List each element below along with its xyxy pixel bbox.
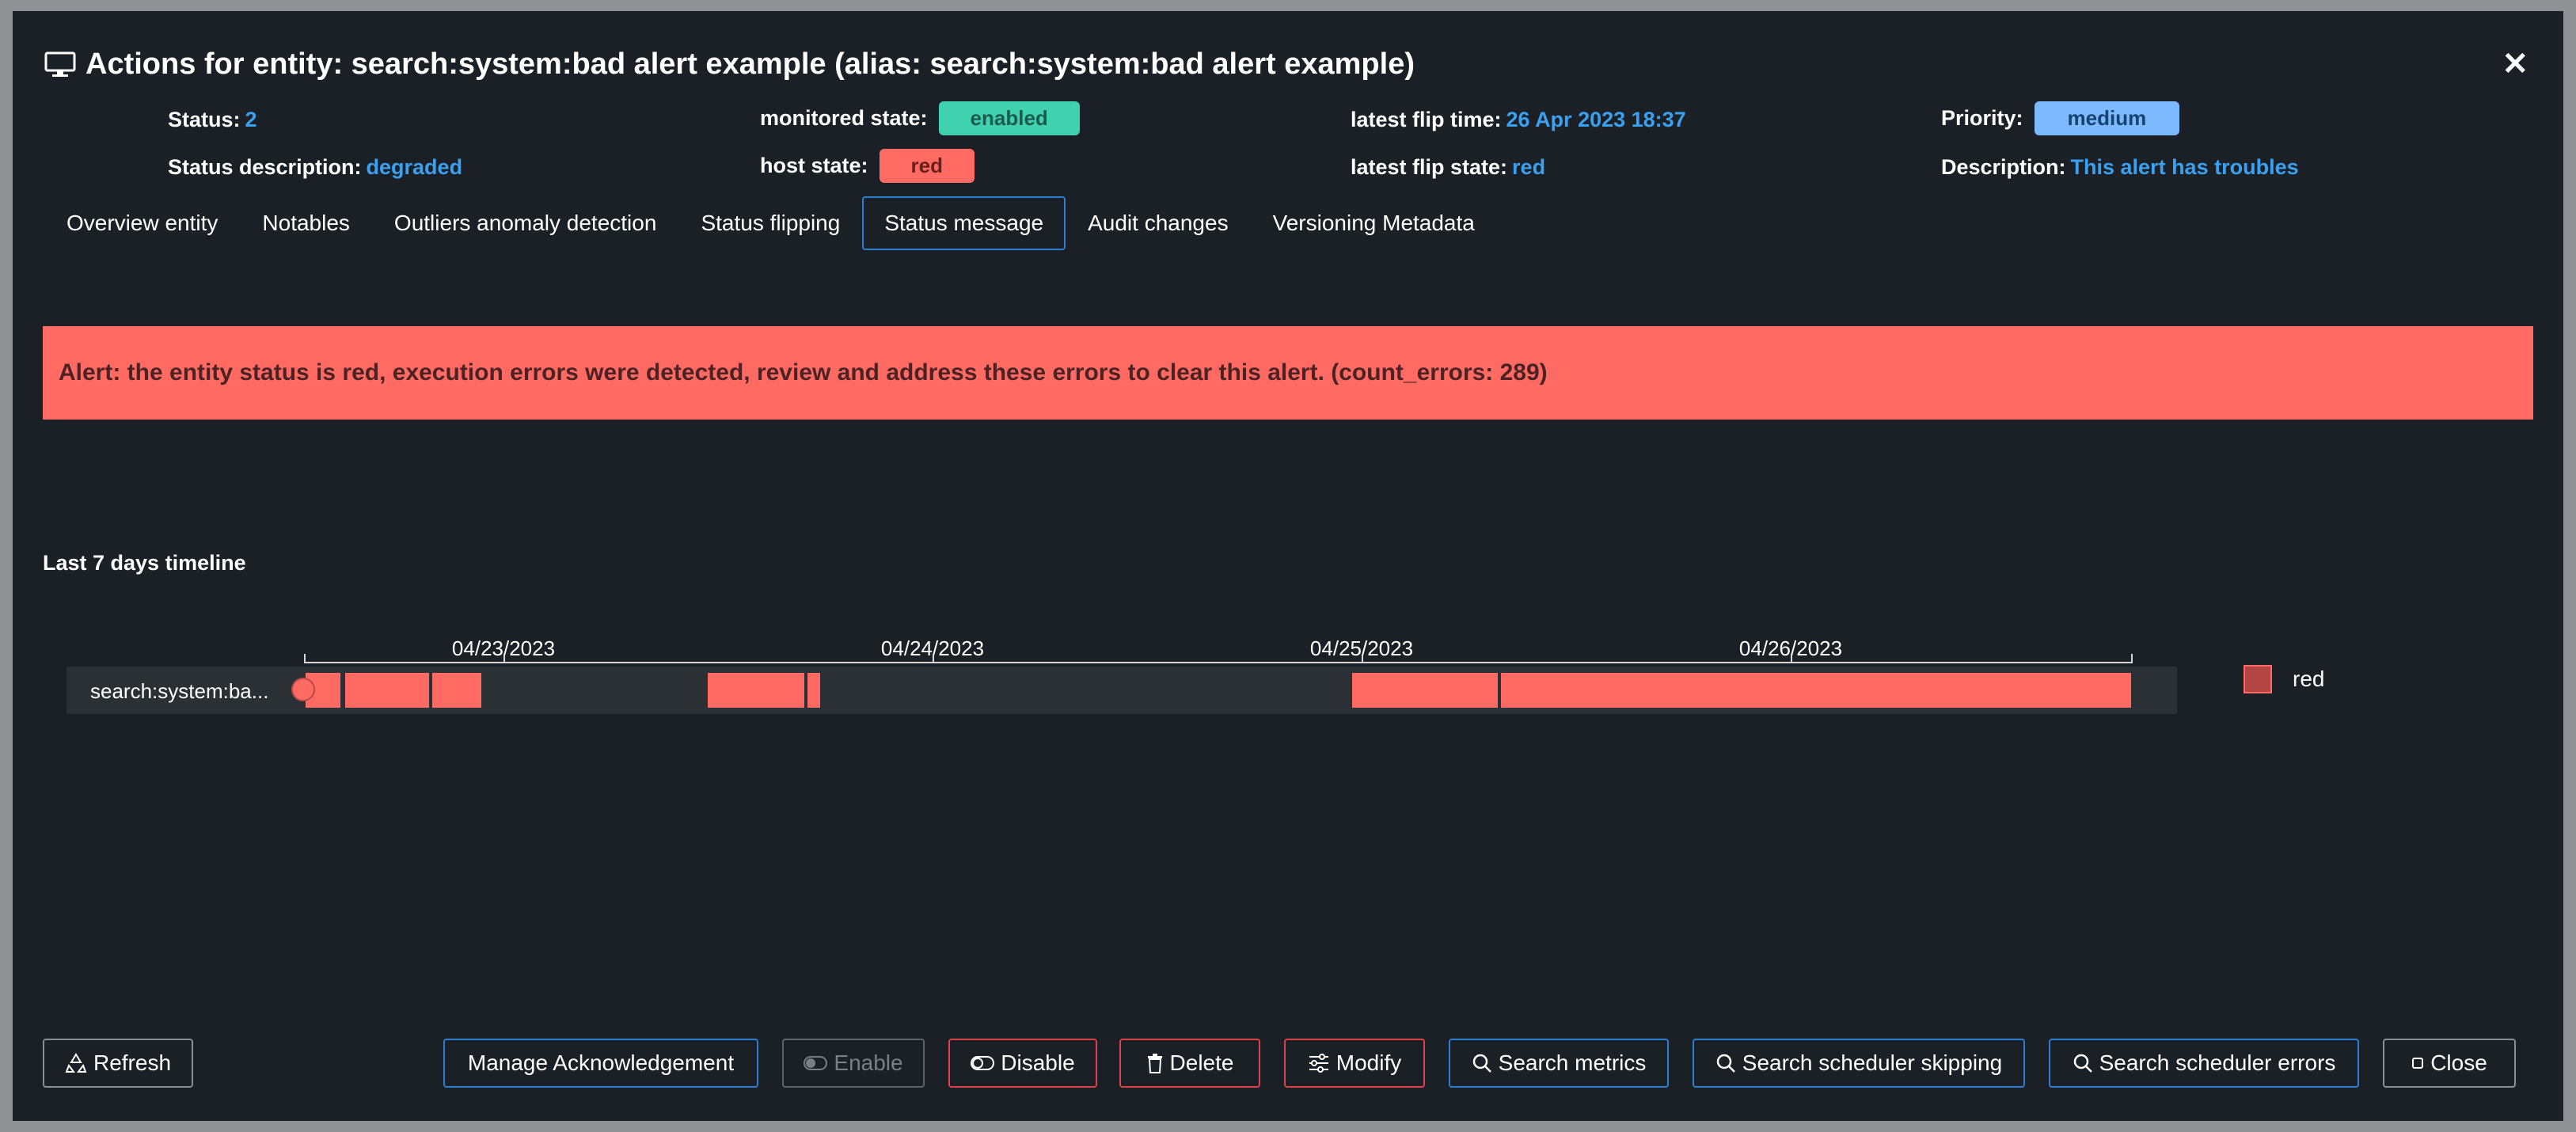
trash-icon (1147, 1054, 1162, 1073)
tab-outliers-anomaly-detection[interactable]: Outliers anomaly detection (372, 196, 679, 250)
close-button-label: Close (2430, 1050, 2487, 1075)
timeline-axis-tick (2131, 654, 2133, 663)
enable-button[interactable]: Enable (782, 1039, 925, 1088)
legend-swatch-red (2244, 665, 2272, 693)
tab-audit-changes[interactable]: Audit changes (1066, 196, 1250, 250)
square-icon (2412, 1058, 2424, 1069)
toggle-off-icon (971, 1056, 995, 1070)
flip-state-label: latest flip state: (1351, 155, 1508, 179)
timeline-axis (304, 662, 2133, 663)
alert-banner: Alert: the entity status is red, executi… (43, 326, 2533, 420)
monitor-icon (44, 51, 76, 77)
tab-status-message[interactable]: Status message (862, 196, 1066, 250)
recycle-icon (65, 1053, 87, 1073)
disable-button-label: Disable (1001, 1050, 1075, 1075)
sliders-icon (1309, 1054, 1328, 1073)
timeline-axis-tick (1362, 654, 1363, 663)
host-state-field: host state: red (760, 149, 975, 183)
search-scheduler-skipping-button[interactable]: Search scheduler skipping (1693, 1039, 2025, 1088)
status-description-label: Status description: (168, 155, 362, 179)
search-scheduler-errors-button[interactable]: Search scheduler errors (2049, 1039, 2359, 1088)
status-description-field: Status description: degraded (168, 155, 462, 180)
status-field: Status: 2 (168, 108, 257, 132)
enable-button-label: Enable (834, 1050, 903, 1075)
delete-button[interactable]: Delete (1119, 1039, 1260, 1088)
status-label: Status: (168, 108, 241, 131)
modify-button-label: Modify (1335, 1050, 1402, 1075)
manage-acknowledgement-label: Manage Acknowledgement (467, 1050, 735, 1075)
description-value[interactable]: This alert has troubles (2071, 155, 2299, 180)
toggle-on-icon (804, 1056, 828, 1070)
search-metrics-button[interactable]: Search metrics (1449, 1039, 1669, 1088)
refresh-button[interactable]: Refresh (43, 1039, 193, 1088)
modal-title-text: Actions for entity: search:system:bad al… (85, 47, 1415, 81)
entity-actions-modal: Actions for entity: search:system:bad al… (13, 11, 2563, 1121)
search-scheduler-skipping-label: Search scheduler skipping (1742, 1050, 2003, 1075)
flip-time-field: latest flip time: 26 Apr 2023 18:37 (1351, 108, 1686, 132)
monitored-state-label: monitored state: (760, 106, 928, 130)
alert-text: Alert: the entity status is red, executi… (59, 359, 1548, 386)
flip-state-value[interactable]: red (1512, 155, 1545, 180)
description-label: Description: (1941, 155, 2066, 179)
timeline-segment-red[interactable] (1501, 673, 2131, 708)
tab-notables[interactable]: Notables (240, 196, 372, 250)
search-scheduler-errors-label: Search scheduler errors (2099, 1050, 2336, 1075)
close-icon[interactable]: ✕ (2502, 46, 2529, 82)
timeline-title: Last 7 days timeline (43, 551, 246, 575)
flip-state-field: latest flip state: red (1351, 155, 1545, 180)
tab-versioning-metadata[interactable]: Versioning Metadata (1251, 196, 1497, 250)
legend-label-red: red (2293, 667, 2325, 691)
search-metrics-label: Search metrics (1498, 1050, 1647, 1075)
modal-title: Actions for entity: search:system:bad al… (44, 47, 1415, 82)
tab-status-flipping[interactable]: Status flipping (678, 196, 862, 250)
monitored-state-field: monitored state: enabled (760, 101, 1080, 135)
timeline-axis-tick (503, 654, 505, 663)
priority-label: Priority: (1941, 106, 2023, 130)
priority-field: Priority: medium (1941, 101, 2180, 135)
manage-acknowledgement-button[interactable]: Manage Acknowledgement (443, 1039, 758, 1088)
host-state-label: host state: (760, 154, 868, 177)
priority-badge: medium (2034, 101, 2180, 135)
flip-time-label: latest flip time: (1351, 108, 1502, 131)
timeline-axis-tick (1791, 654, 1792, 663)
timeline-axis-tick (933, 654, 934, 663)
refresh-button-label: Refresh (93, 1050, 172, 1075)
search-icon (1716, 1054, 1735, 1073)
description-field: Description: This alert has troubles (1941, 155, 2299, 180)
search-icon (1472, 1054, 1491, 1073)
timeline-segment-red[interactable] (345, 673, 429, 708)
timeline-axis-tick (304, 654, 306, 663)
timeline-segment-red[interactable] (1352, 673, 1498, 708)
monitored-state-badge: enabled (938, 101, 1080, 135)
modify-button[interactable]: Modify (1284, 1039, 1425, 1088)
timeline-start-marker (291, 678, 315, 701)
search-icon (2073, 1054, 2092, 1073)
disable-button[interactable]: Disable (948, 1039, 1097, 1088)
timeline-row-label: search:system:ba... (90, 679, 269, 703)
tab-overview-entity[interactable]: Overview entity (44, 196, 240, 250)
flip-time-value[interactable]: 26 Apr 2023 18:37 (1506, 108, 1686, 132)
host-state-badge: red (879, 149, 975, 183)
timeline-segment-red[interactable] (708, 673, 804, 708)
tab-bar: Overview entity Notables Outliers anomal… (44, 196, 1497, 250)
timeline-segment-red[interactable] (807, 673, 820, 708)
status-description-value[interactable]: degraded (367, 155, 463, 180)
timeline-segment-red[interactable] (432, 673, 481, 708)
close-button[interactable]: Close (2383, 1039, 2516, 1088)
delete-button-label: Delete (1169, 1050, 1234, 1075)
status-value[interactable]: 2 (245, 108, 257, 132)
